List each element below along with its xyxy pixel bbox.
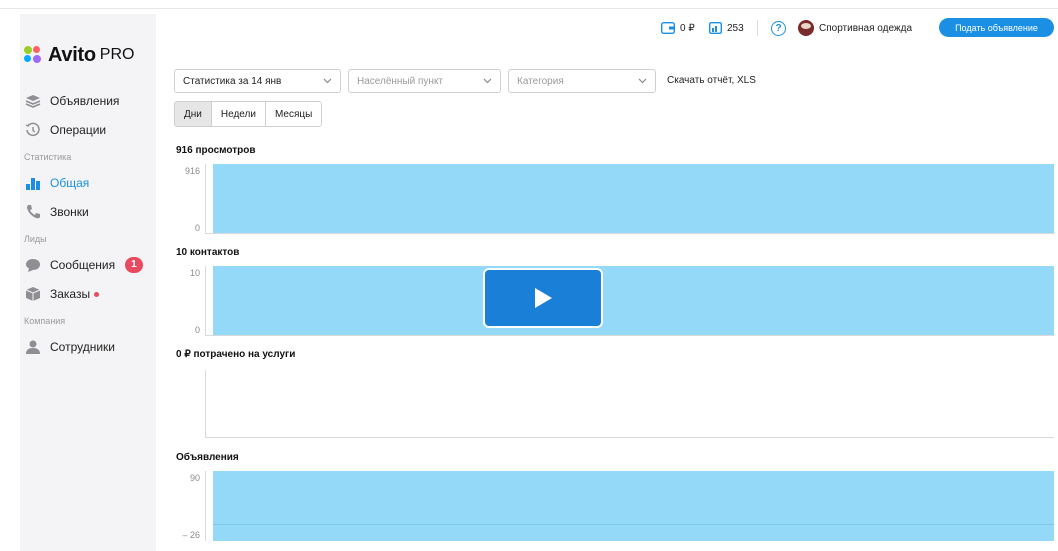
period-select-value: Статистика за 14 янв (183, 75, 282, 87)
sidebar-item-label: Общая (50, 176, 90, 190)
section-label-leads: Лиды (24, 234, 47, 244)
logo-suffix: PRO (99, 46, 135, 63)
account-name: Спортивная одежда (819, 22, 913, 34)
contacts-bar[interactable] (213, 266, 1054, 335)
sidebar-item-label: Заказы (50, 287, 91, 301)
help-button[interactable]: ? (771, 18, 786, 38)
wallet-amount: 0 ₽ (680, 22, 695, 34)
contacts-chart-title: 10 контактов (176, 247, 240, 258)
logo-brand: Avito (48, 43, 96, 66)
stack-icon (24, 92, 42, 110)
sidebar-item-messages[interactable]: Сообщения 1 (24, 254, 143, 276)
category-select[interactable]: Категория (508, 69, 656, 93)
box-icon (24, 285, 42, 303)
period-tabs: Дни Недели Месяцы (174, 101, 323, 127)
chat-icon (24, 256, 42, 274)
chevron-down-icon (323, 76, 332, 88)
listings-count: 253 (727, 22, 744, 34)
sidebar: Avito PRO Объявления Операции Статистика… (20, 14, 156, 551)
orders-notification-dot (94, 291, 100, 297)
messages-unread-badge: 1 (125, 257, 143, 273)
listings-tick-max: 90 (189, 473, 200, 483)
views-bar[interactable] (213, 164, 1054, 233)
spent-y-axis (205, 370, 206, 438)
listings-stack-icon (709, 22, 722, 34)
spent-x-axis (205, 437, 1054, 438)
spent-chart-title: 0 ₽ потрачено на услуги (176, 349, 296, 360)
tab-days[interactable]: Дни (175, 102, 211, 126)
phone-icon (24, 203, 42, 221)
account-menu[interactable]: Спортивная одежда (798, 18, 912, 38)
bar-chart-icon (24, 174, 42, 192)
help-icon: ? (771, 20, 786, 36)
listings-bar[interactable] (213, 471, 1054, 541)
history-icon (24, 121, 42, 139)
contacts-tick-min: 0 (194, 325, 200, 335)
logo-dots-icon (24, 46, 42, 64)
listings-chart-title: Объявления (176, 452, 239, 463)
sidebar-item-calls[interactable]: Звонки (24, 201, 89, 223)
download-report-link[interactable]: Скачать отчёт, XLS (667, 75, 756, 86)
section-label-stats: Статистика (24, 152, 72, 162)
play-icon (532, 286, 554, 310)
wallet-icon (661, 22, 675, 34)
window-top-border (0, 8, 1058, 9)
sidebar-item-label: Объявления (50, 94, 120, 108)
avatar (798, 20, 814, 36)
views-tick-min: 0 (194, 223, 200, 233)
period-select[interactable]: Статистика за 14 янв (174, 69, 341, 93)
city-select-placeholder: Населённый пункт (357, 75, 444, 87)
user-icon (24, 338, 42, 356)
avito-pro-logo[interactable]: Avito PRO (24, 42, 134, 68)
views-y-axis (205, 164, 206, 234)
listings-tick-min: – 26 (182, 530, 200, 540)
sidebar-item-general[interactable]: Общая (24, 172, 89, 194)
chevron-down-icon (483, 76, 492, 88)
city-select[interactable]: Населённый пункт (348, 69, 501, 93)
wallet-balance[interactable]: 0 ₽ (661, 18, 695, 38)
views-tick-max: 916 (184, 166, 200, 176)
contacts-y-axis (205, 266, 206, 336)
tab-weeks[interactable]: Недели (210, 102, 265, 126)
listings-counter[interactable]: 253 (709, 18, 744, 38)
section-label-company: Компания (24, 316, 66, 326)
sidebar-item-orders[interactable]: Заказы (24, 283, 100, 305)
post-ad-button[interactable]: Подать объявление (939, 18, 1054, 37)
contacts-tick-max: 10 (189, 268, 200, 278)
video-play-button[interactable] (483, 268, 603, 328)
contacts-x-axis (205, 335, 1054, 336)
sidebar-item-label: Звонки (50, 205, 89, 219)
chevron-down-icon (638, 76, 647, 88)
views-x-axis (205, 233, 1054, 234)
sidebar-item-operations[interactable]: Операции (24, 119, 106, 141)
listings-y-axis (205, 471, 206, 541)
listings-baseline (213, 524, 1054, 525)
topbar-divider (757, 20, 758, 36)
sidebar-item-listings[interactable]: Объявления (24, 90, 119, 112)
sidebar-item-label: Сотрудники (50, 340, 115, 354)
sidebar-item-label: Сообщения (50, 258, 116, 272)
views-chart-title: 916 просмотров (176, 145, 256, 156)
tab-months[interactable]: Месяцы (264, 102, 322, 126)
sidebar-item-employees[interactable]: Сотрудники (24, 336, 115, 358)
sidebar-item-label: Операции (50, 123, 107, 137)
category-select-placeholder: Категория (517, 75, 564, 87)
